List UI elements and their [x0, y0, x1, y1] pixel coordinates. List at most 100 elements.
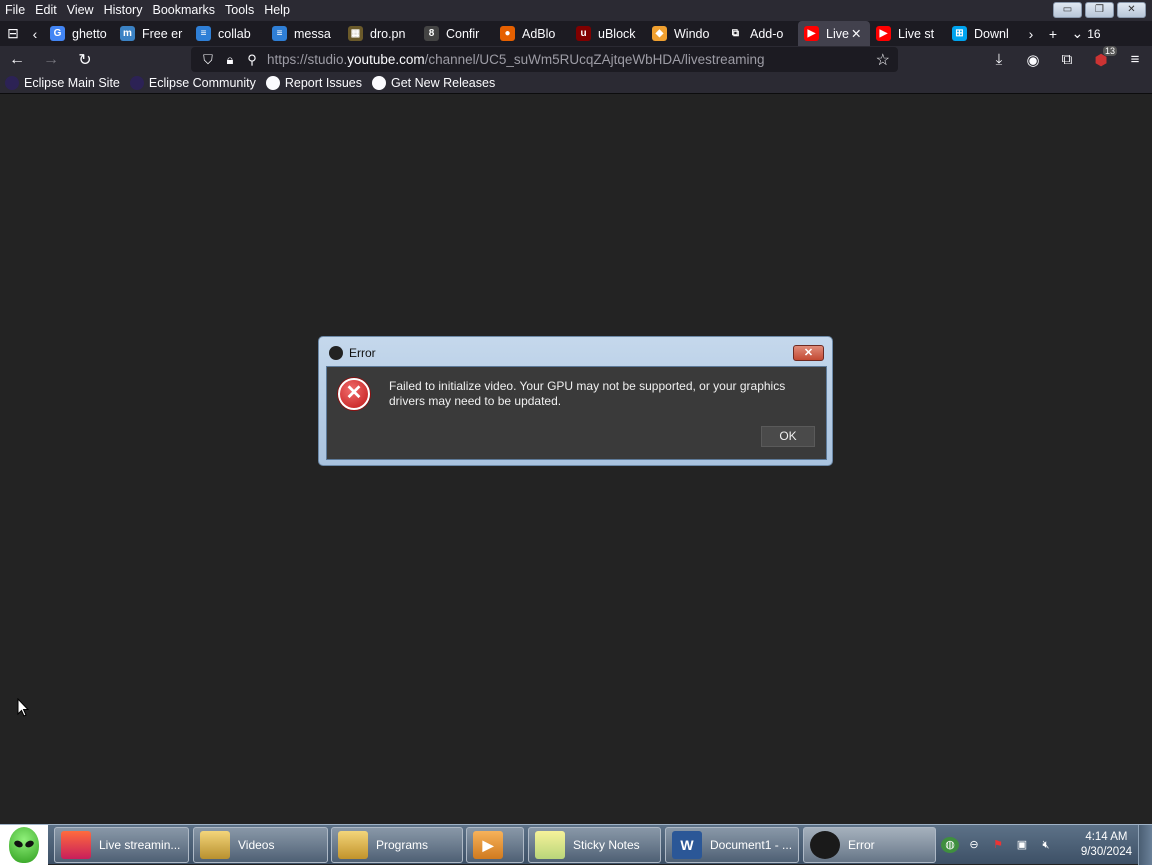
error-icon: ✕: [338, 378, 370, 410]
downloads-icon[interactable]: ⤓: [982, 46, 1016, 73]
show-desktop-button[interactable]: [1138, 825, 1152, 865]
tab-9[interactable]: ⧉ Add-o: [722, 21, 798, 46]
tab-label: AdBlo: [522, 26, 556, 41]
sticky-notes-icon: [535, 831, 565, 859]
bookmark-star-icon[interactable]: ☆: [876, 50, 890, 70]
menu-help[interactable]: Help: [259, 0, 295, 21]
firefox-view-icon[interactable]: ⊟: [0, 21, 26, 46]
taskbar-programs[interactable]: Programs: [331, 827, 463, 863]
list-all-tabs-icon[interactable]: ⌄ 16: [1066, 21, 1106, 46]
menu-edit[interactable]: Edit: [30, 0, 62, 21]
programs-folder-icon: [338, 831, 368, 859]
bookmarks-toolbar: Eclipse Main Site Eclipse Community Repo…: [0, 73, 1152, 94]
tab-active-10[interactable]: ▶ Live ✕: [798, 21, 870, 46]
lock-icon[interactable]: 🔒︎: [219, 52, 241, 68]
bookmark-eclipse-main-site[interactable]: Eclipse Main Site: [0, 76, 125, 90]
new-tab-icon[interactable]: +: [1040, 21, 1066, 46]
menu-history[interactable]: History: [99, 0, 148, 21]
taskbar-label: Error: [848, 838, 875, 852]
forward-icon[interactable]: →: [34, 46, 68, 73]
account-icon[interactable]: ◉: [1016, 46, 1050, 73]
tab-label: Windo: [674, 26, 710, 41]
obs-icon: [810, 831, 840, 859]
bookmark-get-new-releases[interactable]: Get New Releases: [367, 76, 500, 90]
url-path: /channel/UC5_suWm5RUcqZAjtqeWbHDA/livest…: [424, 52, 765, 67]
ok-button[interactable]: OK: [761, 426, 815, 447]
permissions-icon[interactable]: ⚲: [241, 52, 263, 68]
scroll-tabs-right-icon[interactable]: ›: [1022, 21, 1040, 46]
taskbar-obs-error[interactable]: Error: [803, 827, 936, 863]
tab-1[interactable]: m Free er: [114, 21, 190, 46]
tab-3[interactable]: ≡ messa: [266, 21, 342, 46]
eclipse-icon: [5, 76, 19, 90]
windows-icon: ⊞: [952, 26, 967, 41]
tab-7[interactable]: u uBlock: [570, 21, 646, 46]
tab-count: 16: [1087, 26, 1101, 41]
menu-tools[interactable]: Tools: [220, 0, 259, 21]
eight-icon: 8: [424, 26, 439, 41]
url-text[interactable]: https://studio.youtube.com/channel/UC5_s…: [267, 52, 764, 67]
tray-app-icon[interactable]: ⊖: [965, 837, 983, 853]
clock-date: 9/30/2024: [1080, 846, 1132, 858]
error-dialog: Error ✕ ✕ Failed to initialize video. Yo…: [318, 336, 833, 466]
close-tab-icon[interactable]: ✕: [851, 26, 861, 41]
dialog-body: ✕ Failed to initialize video. Your GPU m…: [326, 366, 827, 460]
tab-bar: ⊟ ‹ Gghetto m Free er ≡ collab ≡ messa ▦ dro.pn 8…: [0, 21, 1152, 46]
reload-icon[interactable]: ↻: [68, 46, 102, 73]
bookmark-label: Eclipse Main Site: [24, 76, 120, 90]
tab-0[interactable]: Gghetto: [44, 21, 114, 46]
github-icon: [265, 76, 280, 90]
puzzle-icon: ⧉: [728, 26, 743, 41]
clock[interactable]: 4:14 AM 9/30/2024: [1081, 830, 1132, 860]
tab-5[interactable]: 8 Confir: [418, 21, 494, 46]
dialog-title: Error: [349, 346, 376, 360]
bookmark-report-issues[interactable]: Report Issues: [261, 76, 367, 90]
tab-label: Downl: [974, 26, 1009, 41]
menu-view[interactable]: View: [62, 0, 99, 21]
tab-4[interactable]: ▦ dro.pn: [342, 21, 418, 46]
start-button[interactable]: [0, 825, 48, 865]
dialog-close-button[interactable]: ✕: [793, 345, 824, 361]
close-window-button[interactable]: ✕: [1117, 2, 1146, 18]
tab-label: Live st: [898, 26, 935, 41]
tab-label: collab: [218, 26, 251, 41]
alien-start-icon: [9, 827, 39, 863]
network-monitor-icon[interactable]: ▣: [1013, 837, 1031, 853]
tab-6[interactable]: ● AdBlo: [494, 21, 570, 46]
tab-8[interactable]: ◆ Windo: [646, 21, 722, 46]
taskbar-firefox[interactable]: Live streamin...: [54, 827, 189, 863]
ublock-extension-icon[interactable]: ⬢ 13: [1084, 46, 1118, 73]
github-icon: [371, 76, 386, 90]
action-center-flag-icon[interactable]: ⚑: [989, 837, 1007, 853]
network-globe-icon[interactable]: ◍: [941, 837, 959, 853]
doc-icon: ≡: [272, 26, 287, 41]
url-domain: youtube.com: [347, 52, 425, 67]
restore-button[interactable]: ❐: [1085, 2, 1114, 18]
tab-label: Live: [826, 26, 849, 41]
firefox-icon: ●: [500, 26, 515, 41]
media-player-icon: ▶: [473, 831, 503, 859]
bookmark-eclipse-community[interactable]: Eclipse Community: [125, 76, 261, 90]
url-bar[interactable]: ⛉ 🔒︎ ⚲ https://studio.youtube.com/channe…: [191, 47, 898, 72]
taskbar-word-document[interactable]: W Document1 - ...: [665, 827, 799, 863]
tab-11[interactable]: ▶ Live st: [870, 21, 946, 46]
bookmark-label: Get New Releases: [390, 76, 496, 90]
scroll-tabs-left-icon[interactable]: ‹: [26, 21, 44, 46]
menu-file[interactable]: File: [0, 0, 30, 21]
taskbar-sticky-notes[interactable]: Sticky Notes: [528, 827, 661, 863]
menu-bookmarks[interactable]: Bookmarks: [147, 0, 220, 21]
hamburger-menu-icon[interactable]: ≡: [1118, 46, 1152, 73]
tab-12[interactable]: ⊞ Downl: [946, 21, 1022, 46]
tab-label: uBlock: [598, 26, 636, 41]
taskbar-media-player[interactable]: ▶: [466, 827, 524, 863]
volume-muted-icon[interactable]: 🔇︎: [1037, 837, 1055, 853]
back-icon[interactable]: ←: [0, 46, 34, 73]
ublock-icon: u: [576, 26, 591, 41]
tab-2[interactable]: ≡ collab: [190, 21, 266, 46]
firefox-icon: [61, 831, 91, 859]
tracking-protection-shield-icon[interactable]: ⛉: [197, 52, 219, 68]
extensions-icon[interactable]: ⧉: [1050, 46, 1084, 73]
taskbar-videos[interactable]: Videos: [193, 827, 328, 863]
ublock-badge: 13: [1103, 46, 1118, 56]
minimize-button[interactable]: ▭: [1053, 2, 1082, 18]
